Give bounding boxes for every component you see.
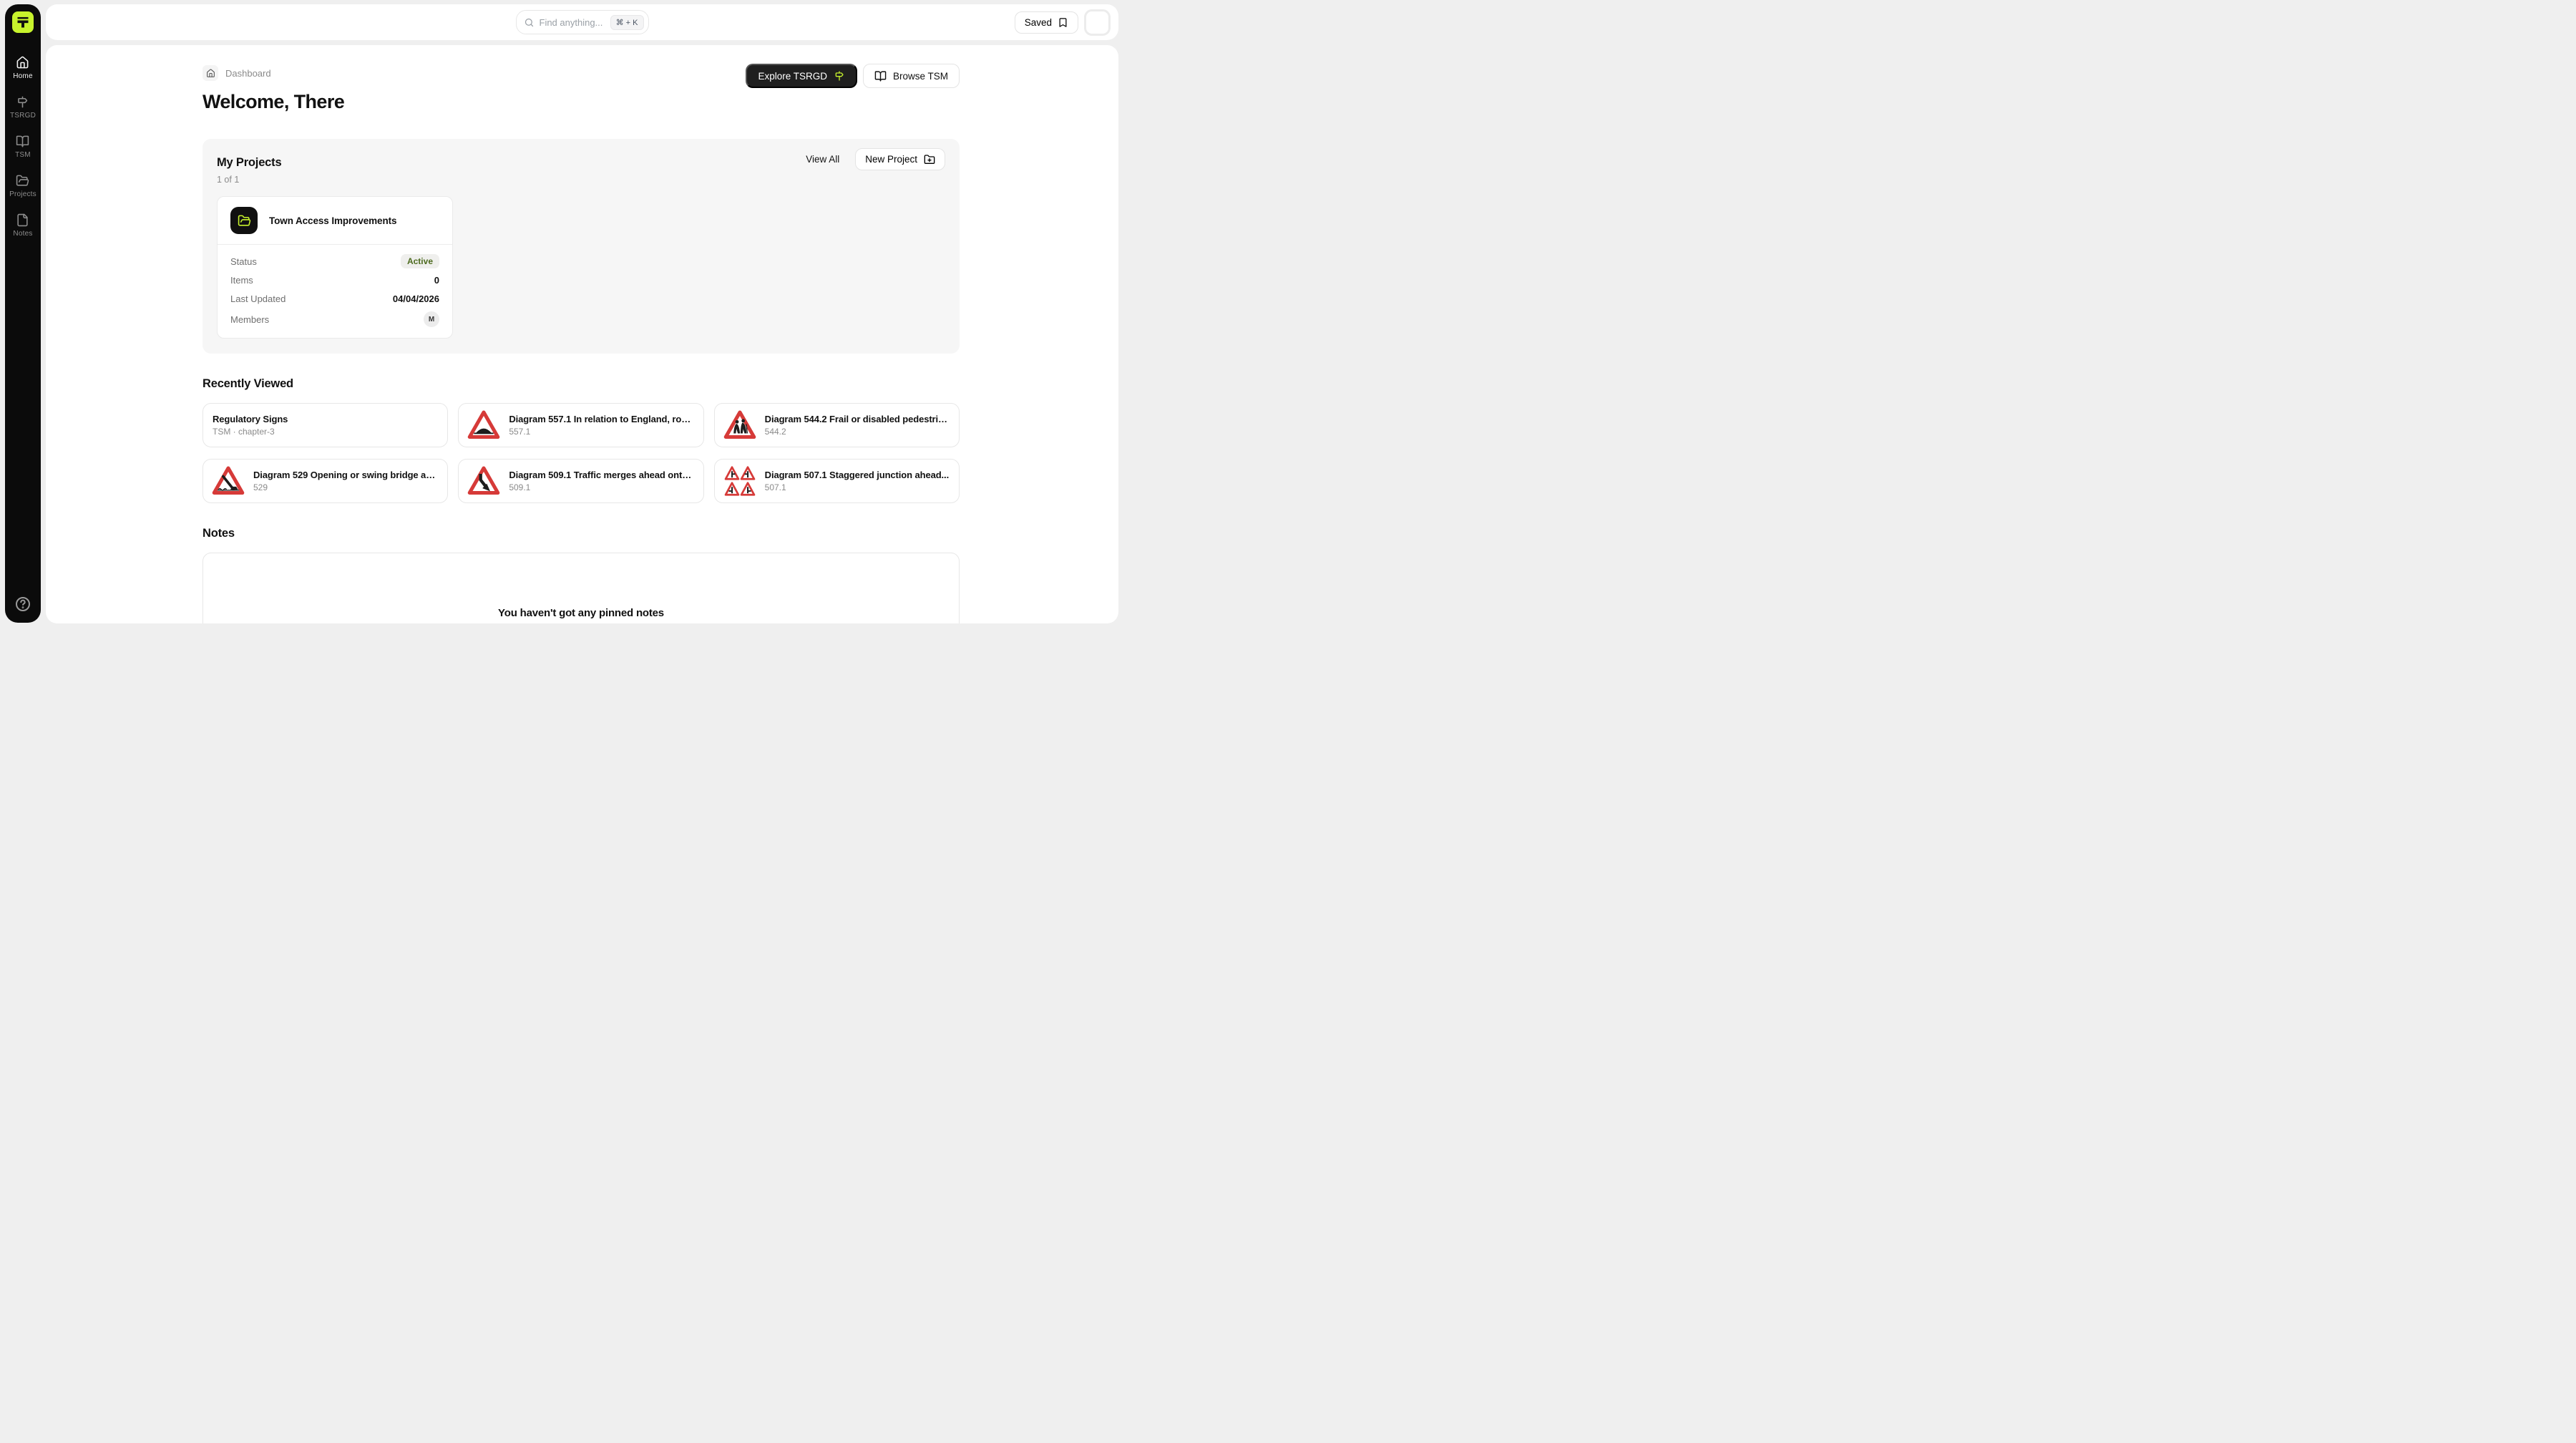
recent-item-title: Diagram 529 Opening or swing bridge ahea… xyxy=(253,470,439,480)
logo-t-icon xyxy=(16,15,30,29)
recent-item-subtitle: TSM · chapter-3 xyxy=(213,427,439,437)
my-projects-actions: View All New Project xyxy=(806,148,945,170)
status-label: Status xyxy=(230,256,257,267)
updated-value: 04/04/2026 xyxy=(393,293,439,304)
project-updated-row: Last Updated 04/04/2026 xyxy=(230,289,439,308)
sidebar-item-tsrgd[interactable]: TSRGD xyxy=(10,95,36,120)
my-projects-panel: My Projects 1 of 1 View All New Project xyxy=(203,139,960,354)
recently-viewed-title: Recently Viewed xyxy=(203,377,960,391)
items-label: Items xyxy=(230,275,253,286)
folder-open-icon xyxy=(16,174,29,188)
road-hump-sign-icon xyxy=(467,409,500,442)
notes-empty-card: You haven't got any pinned notes Pin not… xyxy=(203,553,960,623)
question-circle-icon xyxy=(14,596,31,613)
browse-tsm-button[interactable]: Browse TSM xyxy=(863,64,960,88)
list-item[interactable]: Diagram 507.1 Staggered junction ahead..… xyxy=(714,459,960,503)
list-item[interactable]: Diagram 509.1 Traffic merges ahead onto … xyxy=(458,459,703,503)
updated-label: Last Updated xyxy=(230,293,286,304)
bookmark-icon xyxy=(1058,17,1068,28)
home-icon xyxy=(206,69,215,78)
header-actions: Explore TSRGD Browse TSM xyxy=(746,64,960,88)
list-item[interactable]: Diagram 529 Opening or swing bridge ahea… xyxy=(203,459,448,503)
staggered-junction-sign-icon xyxy=(723,465,756,497)
recent-item-subtitle: 544.2 xyxy=(765,427,950,437)
breadcrumb-home-chip[interactable] xyxy=(203,65,218,81)
member-avatar[interactable]: M xyxy=(424,311,439,327)
project-card[interactable]: Town Access Improvements Status Active I… xyxy=(217,196,453,339)
sidebar-item-label: TSRGD xyxy=(10,112,36,120)
recent-item-title: Regulatory Signs xyxy=(213,414,439,424)
recent-item-title: Diagram 509.1 Traffic merges ahead onto … xyxy=(509,470,694,480)
notes-title: Notes xyxy=(203,527,960,540)
pedestrians-sign-icon xyxy=(723,409,756,442)
list-item[interactable]: Regulatory Signs TSM · chapter-3 xyxy=(203,403,448,447)
app-logo[interactable] xyxy=(12,11,34,33)
members-label: Members xyxy=(230,314,269,325)
search-placeholder: Find anything... xyxy=(540,17,605,28)
user-avatar[interactable] xyxy=(1086,11,1108,34)
sidebar-item-label: Home xyxy=(13,72,32,80)
main-panel: Dashboard Welcome, There Explore TSRGD B… xyxy=(46,45,1118,623)
search-icon xyxy=(524,17,535,28)
recent-item-subtitle: 509.1 xyxy=(509,482,694,492)
sidebar-item-tsm[interactable]: TSM xyxy=(15,135,31,159)
search-input[interactable]: Find anything... ⌘ + K xyxy=(516,10,649,34)
topbar-right: Saved xyxy=(1015,4,1108,40)
list-item[interactable]: Diagram 544.2 Frail or disabled pedestri… xyxy=(714,403,960,447)
recently-viewed-grid: Regulatory Signs TSM · chapter-3 Diagram… xyxy=(203,403,960,503)
project-card-rows: Status Active Items 0 Last Updated 04/04… xyxy=(218,245,452,331)
recent-item-subtitle: 529 xyxy=(253,482,439,492)
sidebar-item-label: Notes xyxy=(13,230,32,238)
my-projects-count: 1 of 1 xyxy=(217,175,945,185)
book-open-icon xyxy=(16,135,29,148)
breadcrumb-label: Dashboard xyxy=(225,68,271,79)
recent-item-subtitle: 557.1 xyxy=(509,427,694,437)
traffic-merge-sign-icon xyxy=(467,465,500,497)
project-name: Town Access Improvements xyxy=(269,215,396,226)
recent-item-title: Diagram 557.1 In relation to England, ro… xyxy=(509,414,694,424)
search-shortcut-badge: ⌘ + K xyxy=(610,15,644,30)
recent-item-title: Diagram 544.2 Frail or disabled pedestri… xyxy=(765,414,950,424)
browse-tsm-label: Browse TSM xyxy=(893,71,948,82)
notes-empty-title: You haven't got any pinned notes xyxy=(498,607,664,619)
signpost-icon xyxy=(834,70,845,82)
recent-item-subtitle: 507.1 xyxy=(765,482,950,492)
list-item[interactable]: Diagram 557.1 In relation to England, ro… xyxy=(458,403,703,447)
sidebar-item-notes[interactable]: Notes xyxy=(13,213,32,238)
sidebar-item-projects[interactable]: Projects xyxy=(9,174,36,198)
sidebar-item-label: TSM xyxy=(15,151,31,159)
project-items-row: Items 0 xyxy=(230,271,439,289)
topbar: Find anything... ⌘ + K Saved xyxy=(46,4,1118,40)
book-open-icon xyxy=(874,70,887,82)
new-project-label: New Project xyxy=(865,154,917,165)
status-badge: Active xyxy=(401,254,439,268)
sidebar: Home TSRGD TSM Projects xyxy=(5,4,41,623)
home-icon xyxy=(16,56,29,69)
recent-item-title: Diagram 507.1 Staggered junction ahead..… xyxy=(765,470,950,480)
sidebar-item-label: Projects xyxy=(9,190,36,198)
new-project-button[interactable]: New Project xyxy=(855,148,945,170)
project-members-row: Members M xyxy=(230,308,439,331)
saved-button-label: Saved xyxy=(1025,17,1052,28)
help-button[interactable] xyxy=(14,596,31,613)
folder-plus-icon xyxy=(924,154,935,165)
explore-tsrgd-label: Explore TSRGD xyxy=(758,71,827,82)
file-icon xyxy=(16,213,29,227)
signpost-icon xyxy=(16,95,29,109)
view-all-button[interactable]: View All xyxy=(806,154,839,165)
project-status-row: Status Active xyxy=(230,252,439,271)
sidebar-nav: Home TSRGD TSM Projects xyxy=(9,56,36,238)
explore-tsrgd-button[interactable]: Explore TSRGD xyxy=(746,64,857,88)
opening-bridge-sign-icon xyxy=(212,465,245,497)
sidebar-item-home[interactable]: Home xyxy=(13,56,32,80)
saved-button[interactable]: Saved xyxy=(1015,11,1078,34)
project-folder-icon xyxy=(230,207,258,234)
items-value: 0 xyxy=(434,275,439,286)
page-title: Welcome, There xyxy=(203,91,960,113)
project-card-header: Town Access Improvements xyxy=(218,197,452,244)
